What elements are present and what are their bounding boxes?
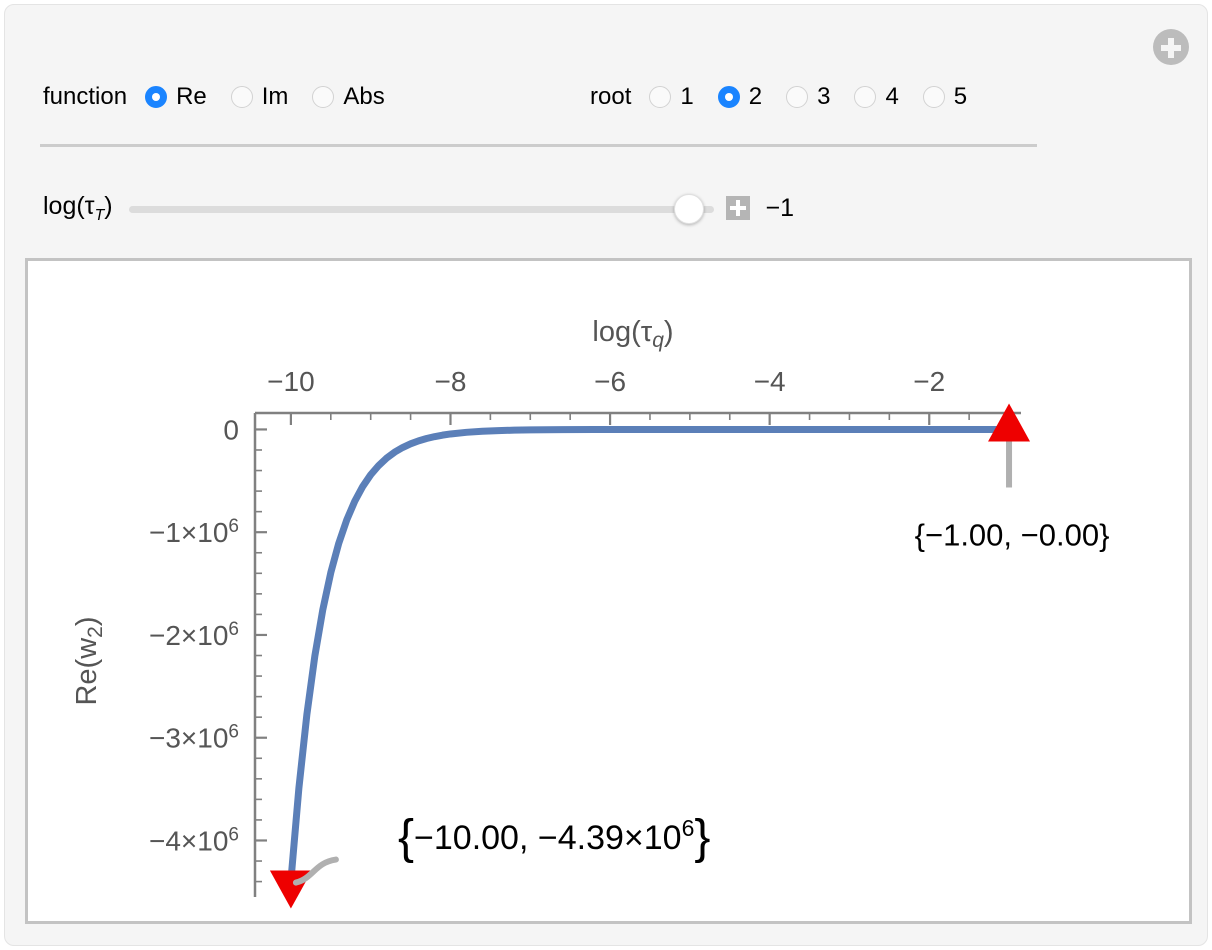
function-label: function (43, 83, 128, 110)
plus-vertical-bar (1168, 37, 1174, 58)
radio-dot-icon (145, 86, 168, 108)
right-endpoint-marker (988, 403, 1031, 442)
manipulate-window: function Re Im Abs root 1 2 3 4 5 log(τT… (4, 4, 1208, 946)
y-axis-label: Re(w2) (71, 616, 107, 705)
radio-dot-icon (854, 86, 877, 108)
y-tick-label: 0 (223, 414, 239, 445)
right-marker-annotation: {−1.00, −0.00} (915, 517, 1110, 552)
plus-circle-icon[interactable] (1153, 29, 1189, 65)
y-tick-label: −4×106 (149, 824, 239, 857)
radio-root-3[interactable]: 3 (786, 83, 830, 111)
radio-function-abs-label: Abs (343, 83, 385, 110)
y-tick-label: −2×106 (149, 618, 239, 651)
radio-root-4[interactable]: 4 (854, 83, 899, 111)
radio-dot-icon (922, 86, 945, 108)
controls-divider (40, 144, 1037, 147)
slider-thumb[interactable] (673, 194, 704, 224)
tick-label-layer: −10 −8 −6 −4 −2 0 −1×106 −2×106 −3×106 −4×106 (149, 366, 945, 856)
plus-square-icon[interactable] (725, 196, 750, 220)
radio-dot-icon (717, 86, 740, 108)
radio-root-2-label: 2 (748, 83, 763, 110)
x-tick-label: −8 (435, 366, 467, 397)
root-radio-group: 1 2 3 4 5 (649, 83, 967, 111)
slider-label: log(τT) (43, 191, 113, 224)
x-axis-label: log(τq) (592, 316, 673, 352)
x-tick-label: −6 (594, 366, 626, 397)
radio-root-2[interactable]: 2 (717, 83, 763, 111)
annotation-layer: {−1.00, −0.00} {−10.00, −4.39×106} (398, 517, 1109, 864)
root-control-row: root 1 2 3 4 5 (590, 77, 967, 117)
slider-value: −1 (765, 193, 795, 222)
root-label: root (590, 83, 632, 110)
radio-function-abs[interactable]: Abs (312, 83, 385, 111)
radio-root-3-label: 3 (817, 83, 831, 110)
radio-root-5-label: 5 (953, 83, 968, 110)
radio-root-4-label: 4 (885, 83, 899, 110)
function-control-row: function Re Im Abs (43, 77, 385, 117)
y-tick-label: −3×106 (149, 721, 239, 754)
plot-figure: log(τq) Re(w2) −10 −8 −6 −4 −20−1×106−2×106−… (71, 316, 1109, 909)
radio-function-re[interactable]: Re (145, 83, 207, 111)
x-tick-label: −10 (267, 366, 315, 397)
radio-root-5[interactable]: 5 (922, 83, 968, 111)
slider-label-subscript: T (94, 206, 105, 224)
radio-function-im-label: Im (261, 83, 289, 110)
y-tick-label: −1×106 (149, 516, 239, 549)
radio-dot-icon (230, 86, 253, 108)
x-tick-label: −2 (913, 366, 945, 397)
radio-dot-icon (786, 86, 809, 108)
left-marker-annotation: {−10.00, −4.39×106} (398, 811, 710, 864)
plot-panel: log(τq) Re(w2) −10 −8 −6 −4 −2 0 −1×106 −2×106−… (25, 258, 1192, 924)
radio-root-1-label: 1 (680, 83, 694, 110)
radio-function-im[interactable]: Im (230, 83, 289, 111)
radio-root-1[interactable]: 1 (649, 83, 694, 111)
radio-dot-icon (649, 86, 672, 108)
plus-vertical-bar (735, 200, 740, 216)
slider-track[interactable] (128, 206, 714, 213)
slider[interactable] (128, 193, 714, 224)
slider-control-row: log(τT) −1 (43, 187, 794, 229)
x-tick-label: −4 (754, 366, 786, 397)
radio-dot-icon (312, 86, 335, 108)
function-radio-group: Re Im Abs (145, 83, 385, 111)
radio-function-re-label: Re (176, 83, 207, 110)
